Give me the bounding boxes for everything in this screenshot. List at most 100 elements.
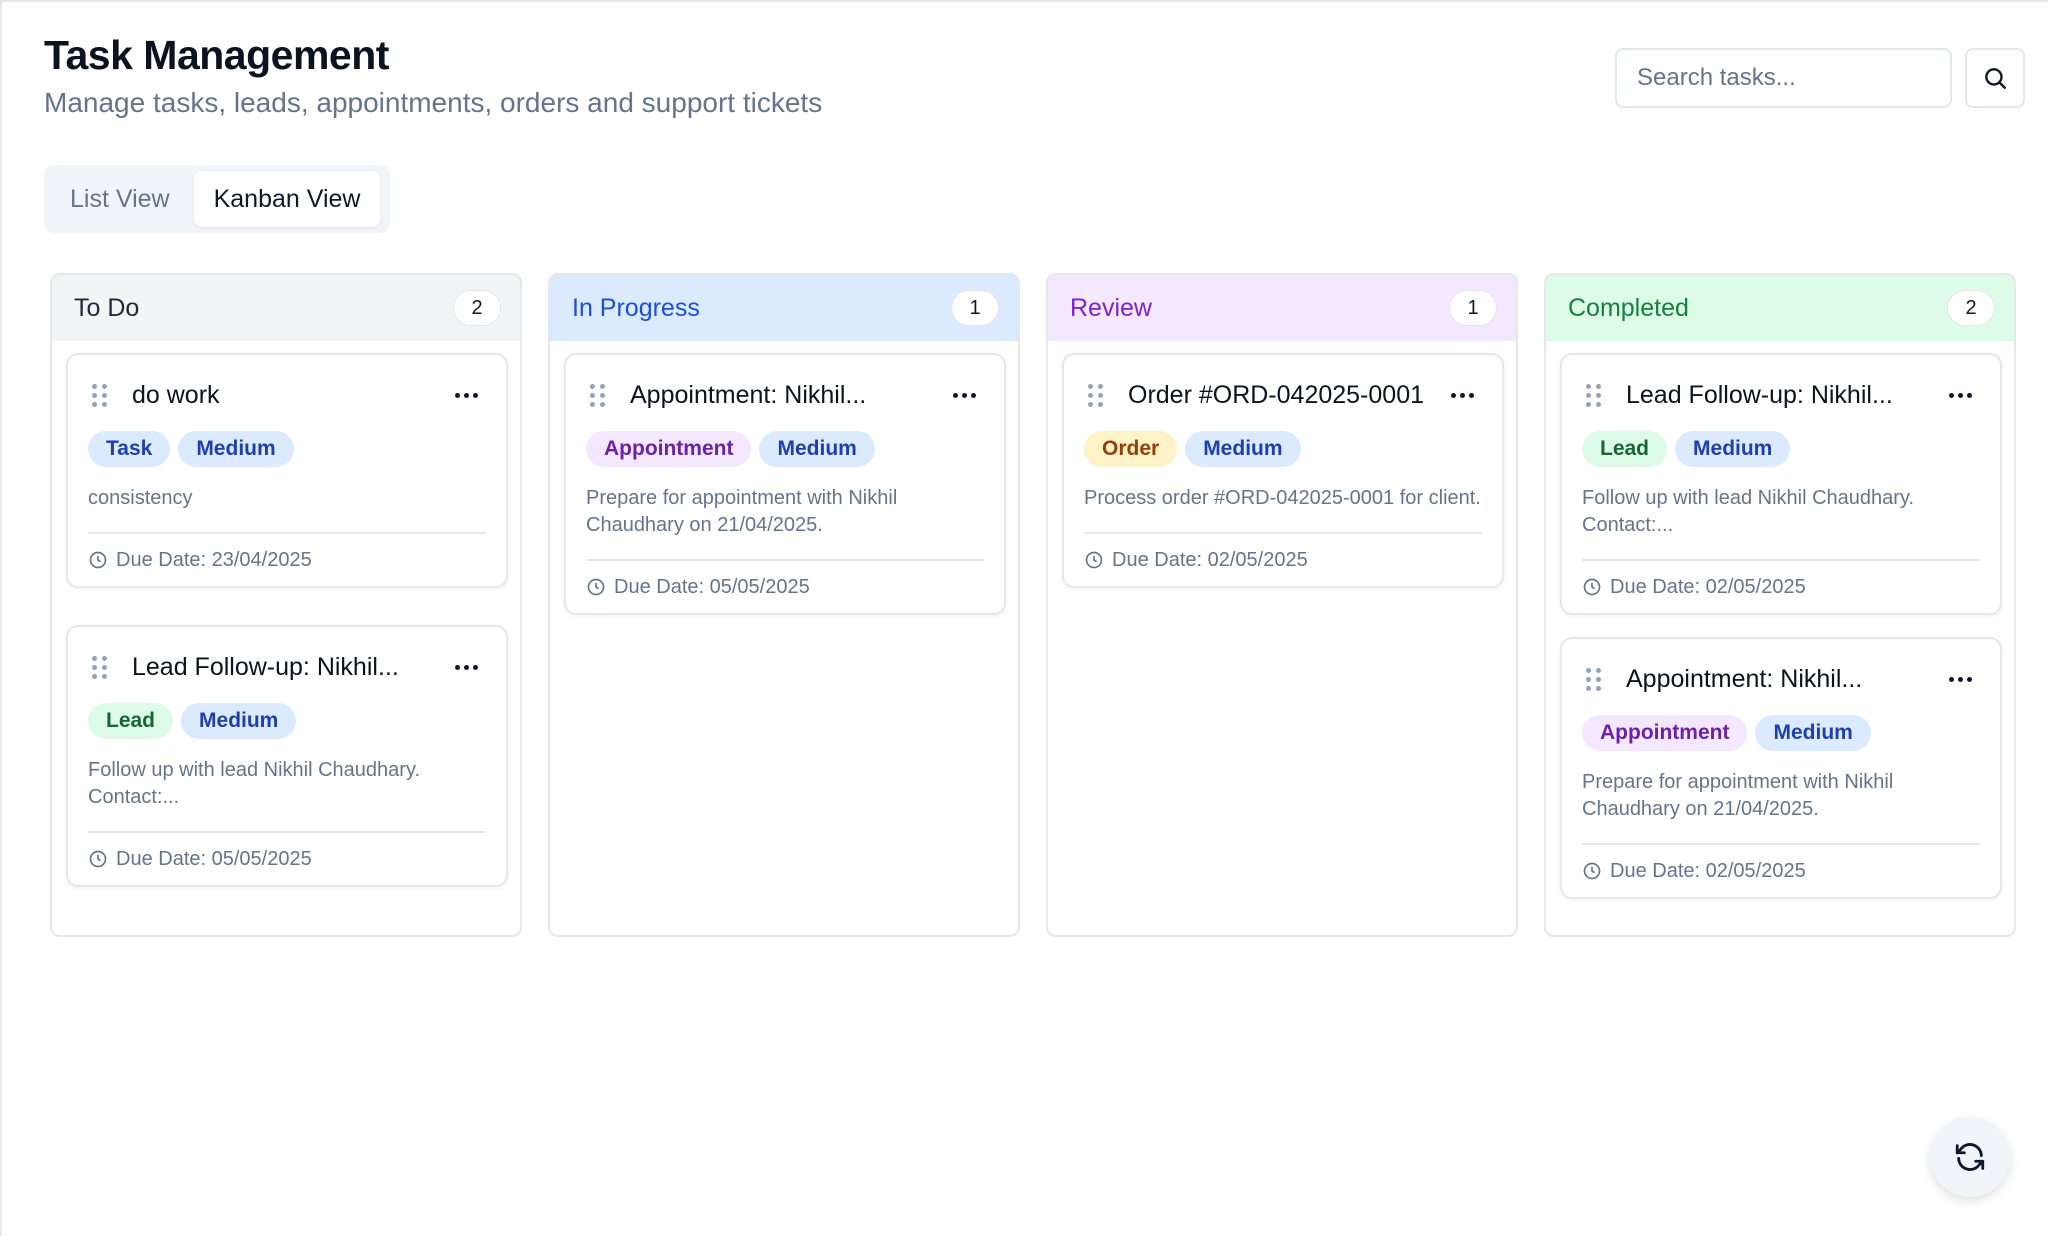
column-title: To Do <box>74 293 140 322</box>
more-horizontal-icon[interactable] <box>1940 676 1980 682</box>
task-card[interactable]: Order #ORD-042025-0001 Order Medium Process… <box>1062 353 1504 588</box>
card-due-date: Due Date: 05/05/2025 <box>586 561 984 613</box>
more-dot <box>961 392 967 398</box>
drag-dot-row <box>1088 383 1106 389</box>
drag-dot <box>600 383 605 389</box>
card-title: Appointment: Nikhil... <box>1626 664 1863 693</box>
more-dot <box>970 392 976 398</box>
page-header: Task Management Manage tasks, leads, app… <box>44 32 822 119</box>
card-title: Lead Follow-up: Nikhil... <box>1626 380 1893 409</box>
drag-dot <box>92 383 97 389</box>
drag-dot <box>1596 392 1601 398</box>
more-horizontal-icon[interactable] <box>446 664 486 670</box>
drag-dot-row <box>92 401 110 407</box>
more-dot <box>454 392 460 398</box>
column-header: To Do 2 <box>52 275 520 341</box>
more-dot <box>1948 392 1954 398</box>
page-subtitle: Manage tasks, leads, appointments, order… <box>44 87 823 118</box>
column-header: Completed 2 <box>1546 275 2014 341</box>
drag-dot <box>1088 401 1093 407</box>
column-header: In Progress 1 <box>550 275 1018 341</box>
card-header: do work <box>88 355 486 435</box>
drag-dot <box>1586 685 1591 691</box>
more-dot <box>1948 676 1954 682</box>
drag-dot <box>92 392 97 398</box>
column-title: Review <box>1070 293 1152 322</box>
column-count-badge: 1 <box>1450 291 1496 325</box>
more-dot <box>1966 676 1972 682</box>
drag-dot <box>1088 383 1093 389</box>
type-badge: Appointment <box>586 431 752 467</box>
drag-dot <box>1586 392 1591 398</box>
card-due-date: Due Date: 02/05/2025 <box>1582 845 1980 897</box>
type-badge: Appointment <box>1582 715 1748 751</box>
card-header: Lead Follow-up: Nikhil... <box>88 627 486 707</box>
column-count-badge: 2 <box>1948 291 1994 325</box>
drag-handle-icon[interactable] <box>88 655 110 679</box>
card-description: Follow up with lead Nikhil Chaudhary. Co… <box>88 759 421 808</box>
drag-handle-icon[interactable] <box>586 383 608 407</box>
search-input[interactable]: Search tasks... <box>1615 48 1952 108</box>
task-card[interactable]: do work Task Medium consistency Due Date: 23… <box>66 353 508 588</box>
card-tags: Appointment Medium <box>1582 715 1980 751</box>
clock-icon <box>89 551 107 569</box>
card-description: Prepare for appointment with Nikhil Chau… <box>586 487 898 536</box>
card-due-date: Due Date: 23/04/2025 <box>88 534 486 586</box>
clock-icon <box>1583 578 1601 596</box>
drag-dot <box>600 401 605 407</box>
card-title: Order #ORD-042025-0001 <box>1128 380 1424 409</box>
task-card[interactable]: Appointment: Nikhil... Appointment Medium P… <box>1560 637 2002 899</box>
more-dot <box>463 664 469 670</box>
refresh-icon <box>1955 1143 1985 1171</box>
drag-dot <box>1596 676 1601 682</box>
refresh-button[interactable] <box>1930 1117 2010 1197</box>
drag-dot-row <box>1586 676 1604 682</box>
drag-dot-row <box>92 664 110 670</box>
card-due-date: Due Date: 02/05/2025 <box>1582 561 1980 613</box>
column-title: Completed <box>1568 293 1689 322</box>
drag-dot <box>102 655 107 661</box>
type-badge: Order <box>1084 431 1178 467</box>
due-date-text: Due Date: 02/05/2025 <box>1610 859 1806 882</box>
more-horizontal-icon[interactable] <box>446 392 486 398</box>
due-date-text: Due Date: 02/05/2025 <box>1112 548 1308 571</box>
drag-dot <box>1088 392 1093 398</box>
more-horizontal-icon[interactable] <box>944 392 984 398</box>
type-badge: Task <box>88 431 171 467</box>
task-card[interactable]: Lead Follow-up: Nikhil... Lead Medium Follo… <box>66 625 508 887</box>
drag-dot <box>92 664 97 670</box>
more-horizontal-icon[interactable] <box>1940 392 1980 398</box>
drag-dot <box>1586 401 1591 407</box>
more-dot <box>1459 392 1465 398</box>
card-due-date: Due Date: 02/05/2025 <box>1084 534 1482 586</box>
drag-dot <box>1098 383 1103 389</box>
type-badge: Lead <box>88 703 174 739</box>
drag-dot-row <box>1586 401 1604 407</box>
drag-dot <box>102 401 107 407</box>
drag-dot <box>600 392 605 398</box>
drag-handle-icon[interactable] <box>1084 383 1106 407</box>
drag-dot <box>92 673 97 679</box>
due-date-text: Due Date: 23/04/2025 <box>116 548 312 571</box>
kanban-column-completed: Completed 2 Lead Follow-up: Nikhil... Lead M… <box>1544 273 2016 937</box>
drag-dot-row <box>1088 392 1106 398</box>
task-card[interactable]: Lead Follow-up: Nikhil... Lead Medium Follo… <box>1560 353 2002 615</box>
card-tags: Lead Medium <box>1582 431 1980 467</box>
more-horizontal-icon[interactable] <box>1442 392 1482 398</box>
more-dot <box>472 664 478 670</box>
more-dot <box>1957 676 1963 682</box>
drag-dot <box>1596 685 1601 691</box>
more-dot <box>1450 392 1456 398</box>
kanban-view-tab[interactable]: Kanban View <box>193 171 381 227</box>
list-view-tab[interactable]: List View <box>50 171 190 227</box>
drag-handle-icon[interactable] <box>1582 383 1604 407</box>
card-tags: Task Medium <box>88 431 486 467</box>
column-count-badge: 1 <box>952 291 998 325</box>
card-title: Appointment: Nikhil... <box>630 380 867 409</box>
search-button[interactable] <box>1965 48 2025 108</box>
drag-handle-icon[interactable] <box>1582 667 1604 691</box>
drag-handle-icon[interactable] <box>88 383 110 407</box>
task-card[interactable]: Appointment: Nikhil... Appointment Medium P… <box>564 353 1006 615</box>
card-description: Prepare for appointment with Nikhil Chau… <box>1582 771 1894 820</box>
drag-dot <box>1586 383 1591 389</box>
